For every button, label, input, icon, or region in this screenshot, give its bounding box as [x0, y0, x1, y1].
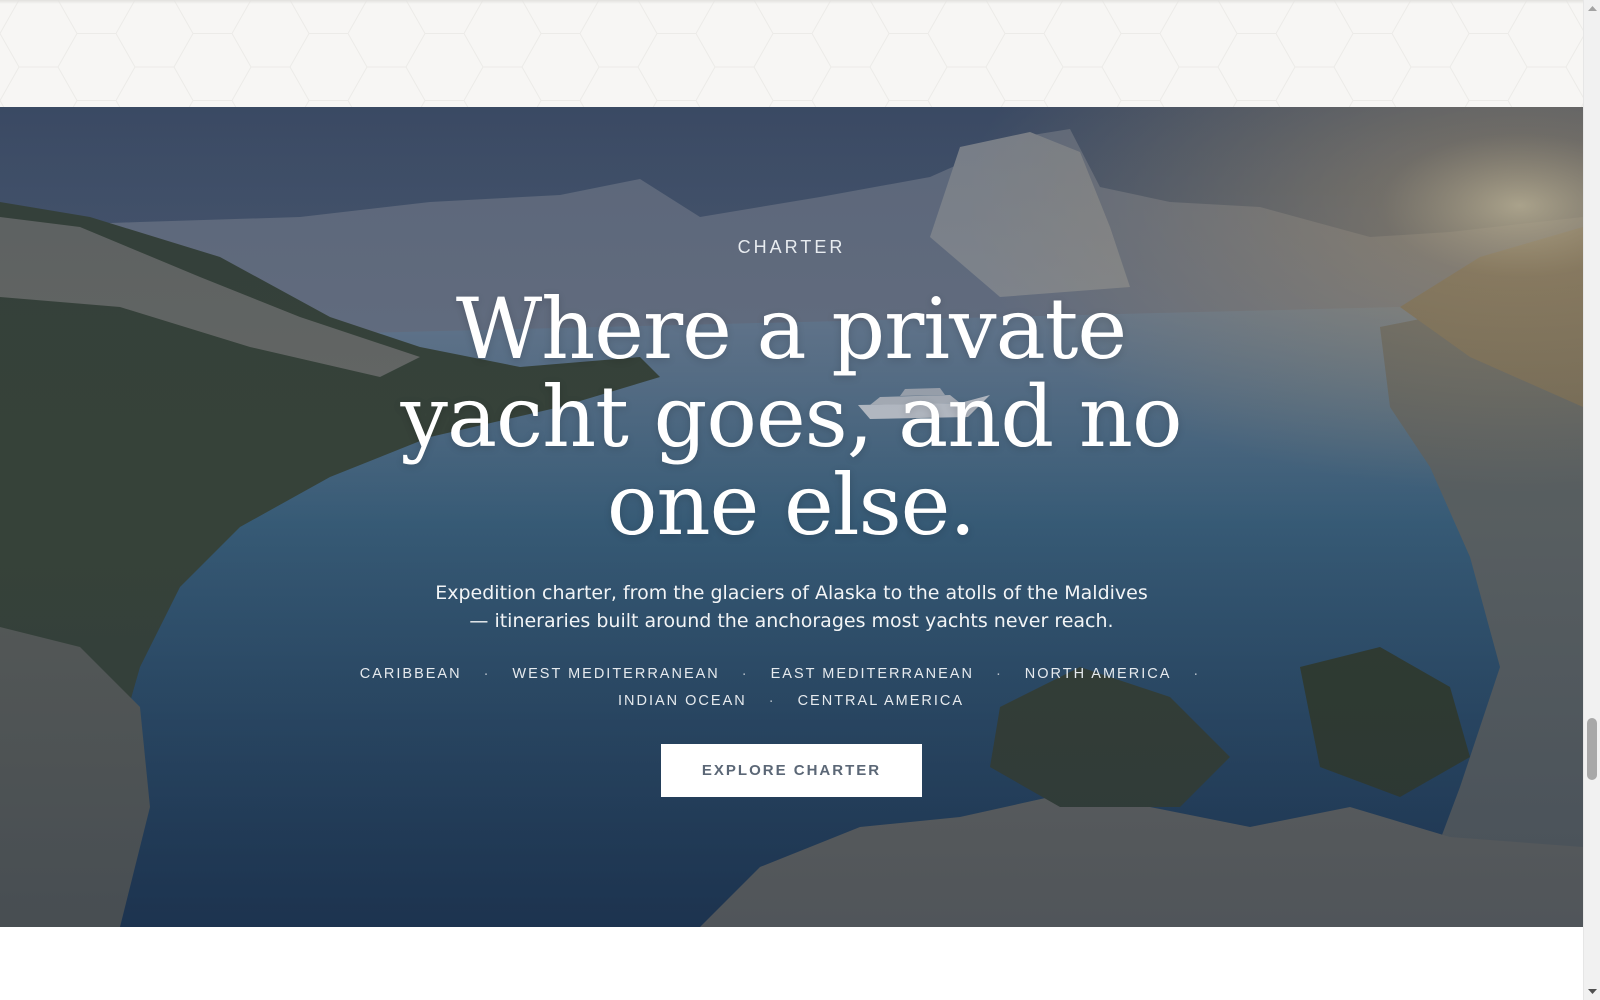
description-line-1: Expedition charter, from the glaciers of…	[435, 582, 1148, 604]
headline-line-1: Where a private	[455, 280, 1127, 378]
next-section-band	[0, 927, 1583, 1000]
region-separator: ·	[768, 693, 776, 709]
region-west-mediterranean: WEST MEDITERRANEAN	[512, 666, 720, 682]
section-eyebrow: CHARTER	[737, 237, 846, 257]
scroll-up-arrow-icon[interactable]	[1584, 0, 1600, 17]
page: CHARTER Where a private yacht goes, and …	[0, 0, 1583, 1000]
charter-hero-section: CHARTER Where a private yacht goes, and …	[0, 107, 1583, 927]
region-separator: ·	[995, 666, 1003, 682]
regions-row-1: CARIBBEAN · WEST MEDITERRANEAN · EAST MEDITE…	[341, 661, 1241, 688]
region-separator: ·	[1193, 666, 1201, 682]
region-separator: ·	[483, 666, 491, 682]
page-scrollbar[interactable]	[1583, 0, 1600, 1000]
hexagon-pattern	[0, 0, 1583, 107]
region-central-america: CENTRAL AMERICA	[797, 693, 965, 709]
description-line-2: — itineraries built around the anchorage…	[469, 610, 1114, 632]
scrollbar-thumb[interactable]	[1587, 718, 1597, 780]
regions-row-2: INDIAN OCEAN · CENTRAL AMERICA	[341, 688, 1241, 715]
headline-line-3: one else.	[606, 456, 976, 554]
hero-description: Expedition charter, from the glaciers of…	[431, 579, 1152, 635]
charter-regions-list: CARIBBEAN · WEST MEDITERRANEAN · EAST MEDITE…	[341, 661, 1241, 715]
region-indian-ocean: INDIAN OCEAN	[617, 693, 747, 709]
hero-headline: Where a private yacht goes, and no one e…	[341, 285, 1241, 549]
scroll-down-arrow-icon[interactable]	[1584, 983, 1600, 1000]
region-separator: ·	[741, 666, 749, 682]
previous-section-pattern-band	[0, 0, 1583, 107]
region-east-mediterranean: EAST MEDITERRANEAN	[770, 666, 974, 682]
explore-charter-button[interactable]: EXPLORE CHARTER	[661, 744, 922, 797]
hero-content: CHARTER Where a private yacht goes, and …	[0, 107, 1583, 927]
region-north-america: NORTH AMERICA	[1024, 666, 1172, 682]
headline-line-2: yacht goes, and no	[400, 368, 1182, 466]
region-caribbean: CARIBBEAN	[359, 666, 462, 682]
